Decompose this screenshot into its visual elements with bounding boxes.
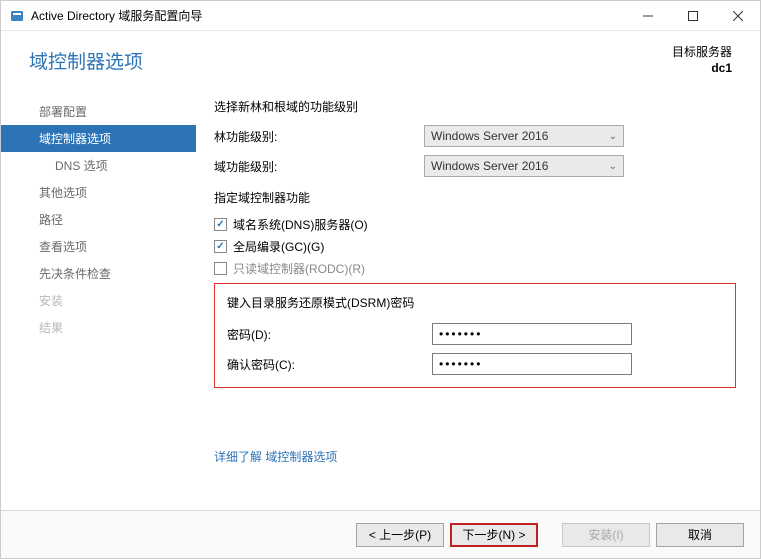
app-icon: [9, 8, 25, 24]
close-button[interactable]: [715, 1, 760, 30]
sidebar-item-additional[interactable]: 其他选项: [1, 179, 196, 206]
main-panel: 选择新林和根域的功能级别 林功能级别: Windows Server 2016 …: [196, 90, 760, 490]
target-server-label: 目标服务器: [672, 45, 732, 61]
sidebar-item-deploy-config[interactable]: 部署配置: [1, 98, 196, 125]
forest-level-label: 林功能级别:: [214, 128, 424, 145]
sidebar-item-dns-options[interactable]: DNS 选项: [1, 152, 196, 179]
sidebar-item-results: 结果: [1, 314, 196, 341]
sidebar-item-dc-options[interactable]: 域控制器选项: [1, 125, 196, 152]
confirm-password-input[interactable]: [432, 353, 632, 375]
password-input[interactable]: [432, 323, 632, 345]
checkbox-row-rodc: 只读域控制器(RODC)(R): [214, 260, 736, 277]
sidebar-item-paths[interactable]: 路径: [1, 206, 196, 233]
gc-checkbox-label: 全局编录(GC)(G): [233, 238, 324, 255]
sidebar-item-install: 安装: [1, 287, 196, 314]
confirm-password-row: 确认密码(C):: [227, 353, 723, 375]
rodc-checkbox: [214, 262, 227, 275]
content: 部署配置 域控制器选项 DNS 选项 其他选项 路径 查看选项 先决条件检查 安…: [1, 90, 760, 490]
window-title: Active Directory 域服务配置向导: [31, 7, 625, 24]
chevron-down-icon: ⌄: [609, 161, 617, 172]
forest-level-select[interactable]: Windows Server 2016 ⌄: [424, 125, 624, 147]
rodc-checkbox-label: 只读域控制器(RODC)(R): [233, 260, 365, 277]
learn-more-link[interactable]: 详细了解 域控制器选项: [214, 448, 736, 465]
chevron-down-icon: ⌄: [609, 131, 617, 142]
sidebar-item-prereq[interactable]: 先决条件检查: [1, 260, 196, 287]
minimize-button[interactable]: [625, 1, 670, 30]
domain-level-value: Windows Server 2016: [431, 159, 548, 173]
password-row: 密码(D):: [227, 323, 723, 345]
next-button[interactable]: 下一步(N) >: [450, 523, 538, 547]
functional-level-heading: 选择新林和根域的功能级别: [214, 98, 736, 115]
forest-level-row: 林功能级别: Windows Server 2016 ⌄: [214, 125, 736, 147]
gc-checkbox[interactable]: [214, 240, 227, 253]
window-controls: [625, 1, 760, 30]
page-title: 域控制器选项: [29, 47, 672, 74]
sidebar-item-review[interactable]: 查看选项: [1, 233, 196, 260]
header: 域控制器选项 目标服务器 dc1: [1, 31, 760, 90]
dns-checkbox[interactable]: [214, 218, 227, 231]
target-server-box: 目标服务器 dc1: [672, 45, 732, 76]
checkbox-row-gc: 全局编录(GC)(G): [214, 238, 736, 255]
domain-level-row: 域功能级别: Windows Server 2016 ⌄: [214, 155, 736, 177]
sidebar: 部署配置 域控制器选项 DNS 选项 其他选项 路径 查看选项 先决条件检查 安…: [1, 90, 196, 490]
domain-level-select[interactable]: Windows Server 2016 ⌄: [424, 155, 624, 177]
domain-level-label: 域功能级别:: [214, 158, 424, 175]
cancel-button[interactable]: 取消: [656, 523, 744, 547]
password-label: 密码(D):: [227, 326, 432, 343]
previous-button[interactable]: < 上一步(P): [356, 523, 444, 547]
dc-capabilities-heading: 指定域控制器功能: [214, 189, 736, 206]
install-button: 安装(I): [562, 523, 650, 547]
dsrm-heading: 键入目录服务还原模式(DSRM)密码: [227, 294, 723, 311]
checkbox-row-dns: 域名系统(DNS)服务器(O): [214, 216, 736, 233]
dns-checkbox-label: 域名系统(DNS)服务器(O): [233, 216, 368, 233]
checkbox-group: 域名系统(DNS)服务器(O) 全局编录(GC)(G) 只读域控制器(RODC)…: [214, 216, 736, 277]
confirm-password-label: 确认密码(C):: [227, 356, 432, 373]
forest-level-value: Windows Server 2016: [431, 129, 548, 143]
maximize-button[interactable]: [670, 1, 715, 30]
footer: < 上一步(P) 下一步(N) > 安装(I) 取消: [1, 510, 760, 558]
dsrm-password-section: 键入目录服务还原模式(DSRM)密码 密码(D): 确认密码(C):: [214, 283, 736, 388]
target-server-name: dc1: [672, 61, 732, 77]
titlebar: Active Directory 域服务配置向导: [1, 1, 760, 31]
